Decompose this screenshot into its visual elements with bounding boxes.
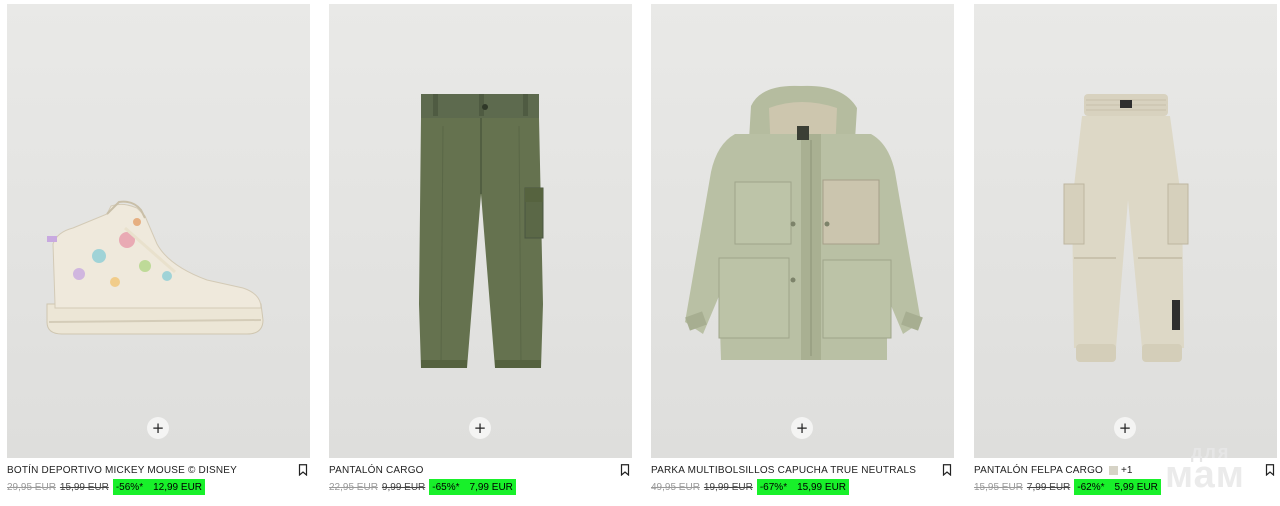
product-card[interactable]: + PANTALÓN FELPA CARGO +1 15,95 EUR 7,99… (974, 4, 1277, 504)
product-info: PARKA MULTIBOLSILLOS CAPUCHA TRUE NEUTRA… (651, 463, 954, 503)
final-price: 7,99 EUR (469, 481, 513, 493)
parka-image (685, 85, 923, 360)
original-price: 29,95 EUR (7, 481, 56, 493)
product-image[interactable]: + (651, 4, 954, 458)
product-card[interactable]: + PARKA MULTIBOLSILLOS CAPUCHA TRUE NEUT… (651, 4, 954, 504)
bookmark-icon[interactable] (942, 464, 952, 476)
product-name[interactable]: PANTALÓN FELPA CARGO (974, 465, 1103, 476)
product-name[interactable]: BOTÍN DEPORTIVO MICKEY MOUSE © DISNEY (7, 465, 237, 476)
product-info: PANTALÓN CARGO 22,95 EUR 9,99 EUR -65%* … (329, 463, 632, 503)
previous-price: 19,99 EUR (703, 481, 753, 493)
previous-price: 15,99 EUR (59, 481, 109, 493)
price-row: 15,95 EUR 7,99 EUR -62%* 5,99 EUR (974, 479, 1161, 495)
product-name[interactable]: PARKA MULTIBOLSILLOS CAPUCHA TRUE NEUTRA… (651, 465, 916, 476)
product-grid: + BOTÍN DEPORTIVO MICKEY MOUSE © DISNEY … (7, 4, 1277, 504)
sneaker-image (46, 200, 264, 335)
product-name[interactable]: PANTALÓN CARGO (329, 465, 424, 476)
discount-badge: -67%* 15,99 EUR (756, 479, 850, 495)
add-to-cart-button[interactable]: + (469, 417, 491, 439)
discount-badge: -56%* 12,99 EUR (112, 479, 206, 495)
previous-price: 7,99 EUR (1026, 481, 1071, 493)
product-card[interactable]: + BOTÍN DEPORTIVO MICKEY MOUSE © DISNEY … (7, 4, 310, 504)
product-info: PANTALÓN FELPA CARGO +1 15,95 EUR 7,99 E… (974, 463, 1277, 503)
more-colors-count[interactable]: +1 (1121, 465, 1132, 476)
price-row: 49,95 EUR 19,99 EUR -67%* 15,99 EUR (651, 479, 850, 495)
product-image[interactable]: + (974, 4, 1277, 458)
add-to-cart-button[interactable]: + (791, 417, 813, 439)
previous-price: 9,99 EUR (381, 481, 426, 493)
product-image[interactable]: + (7, 4, 310, 458)
price-row: 22,95 EUR 9,99 EUR -65%* 7,99 EUR (329, 479, 516, 495)
add-to-cart-button[interactable]: + (147, 417, 169, 439)
add-to-cart-button[interactable]: + (1114, 417, 1136, 439)
bookmark-icon[interactable] (620, 464, 630, 476)
discount-percent: -67%* (759, 481, 788, 493)
product-card[interactable]: + PANTALÓN CARGO 22,95 EUR 9,99 EUR -65%… (329, 4, 632, 504)
discount-badge: -65%* 7,99 EUR (429, 479, 516, 495)
cargo-pants-image (419, 94, 544, 368)
price-row: 29,95 EUR 15,99 EUR -56%* 12,99 EUR (7, 479, 206, 495)
color-swatch[interactable] (1109, 465, 1119, 475)
discount-badge: -62%* 5,99 EUR (1074, 479, 1161, 495)
original-price: 22,95 EUR (329, 481, 378, 493)
original-price: 49,95 EUR (651, 481, 700, 493)
final-price: 5,99 EUR (1114, 481, 1158, 493)
sweat-cargo-pants-image (1063, 94, 1189, 362)
final-price: 12,99 EUR (153, 481, 203, 493)
product-image[interactable]: + (329, 4, 632, 458)
bookmark-icon[interactable] (1265, 464, 1275, 476)
discount-percent: -65%* (432, 481, 460, 493)
discount-percent: -62%* (1077, 481, 1105, 493)
product-info: BOTÍN DEPORTIVO MICKEY MOUSE © DISNEY 29… (7, 463, 310, 503)
final-price: 15,99 EUR (797, 481, 847, 493)
discount-percent: -56%* (115, 481, 144, 493)
original-price: 15,95 EUR (974, 481, 1023, 493)
bookmark-icon[interactable] (298, 464, 308, 476)
